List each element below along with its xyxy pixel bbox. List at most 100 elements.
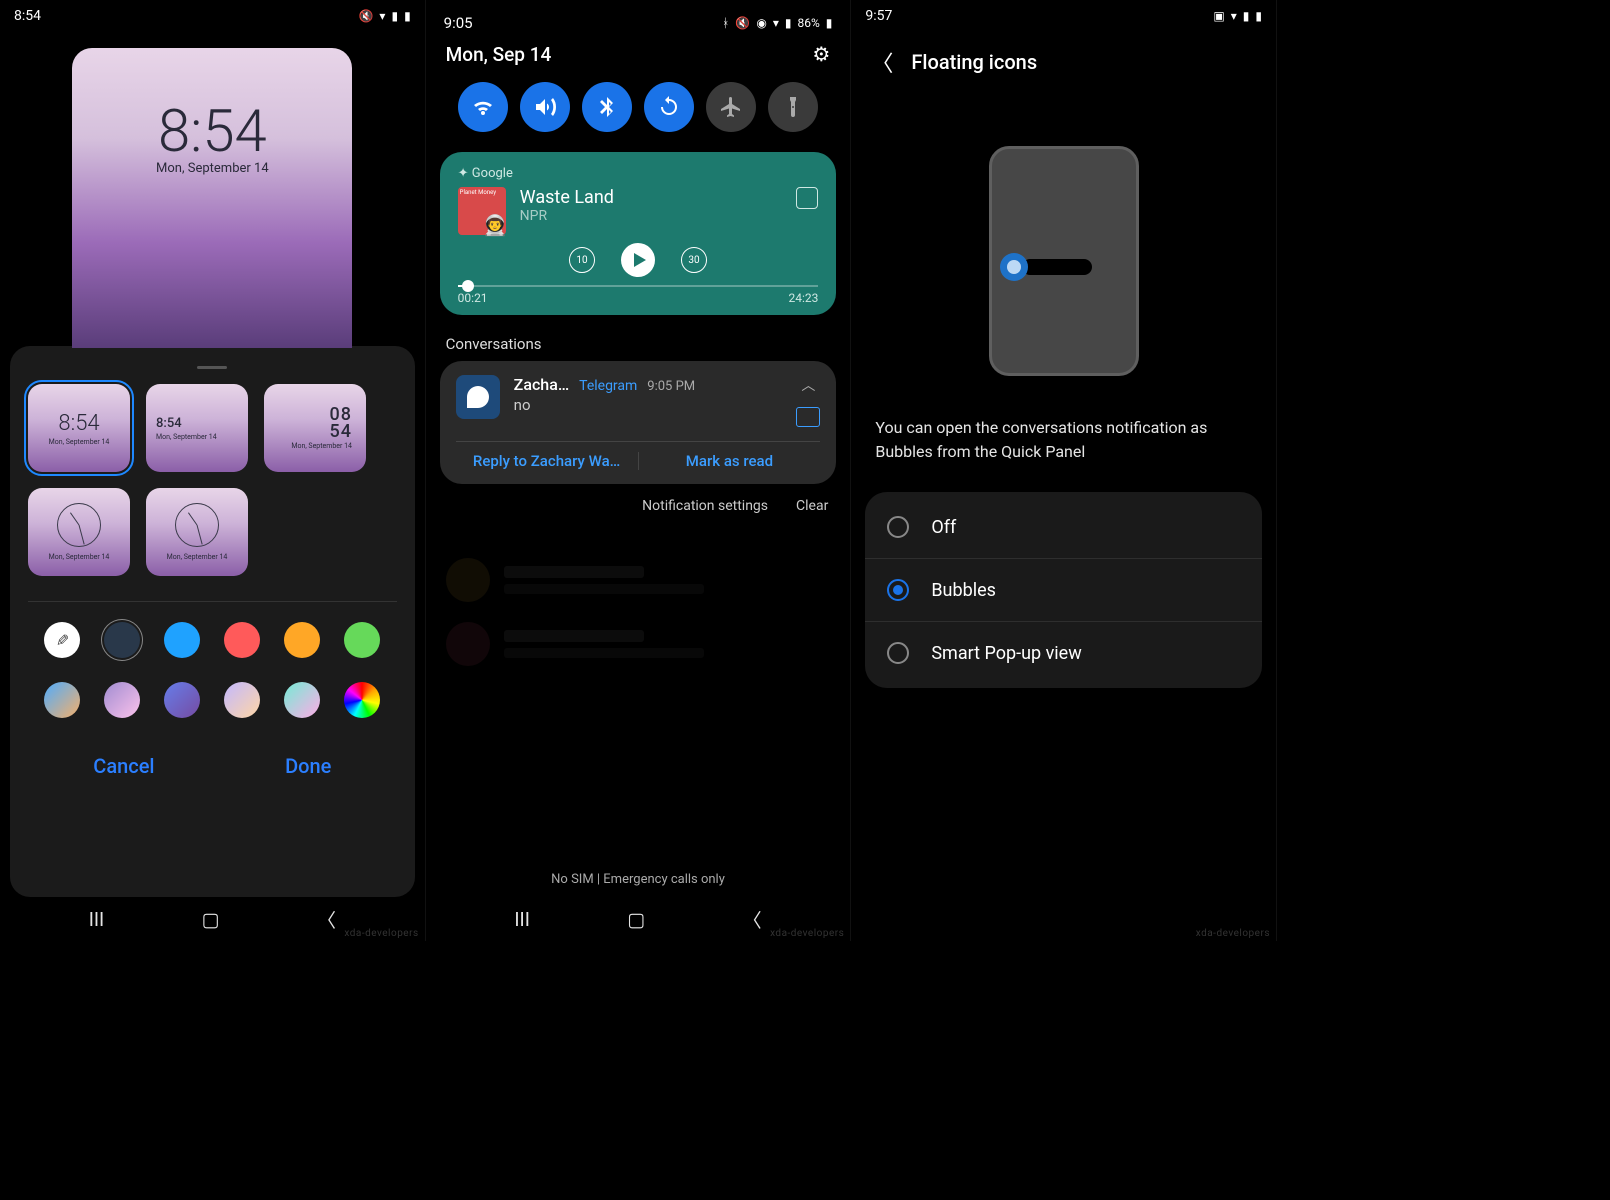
preview-time: 8:54 [158,98,267,166]
qs-rotate[interactable] [644,82,694,132]
signal-icon: ▮ [1243,9,1250,23]
preview-date: Mon, September 14 [156,161,269,176]
clock-option-3[interactable]: 0854 Mon, September 14 [264,384,366,472]
done-button[interactable]: Done [285,754,331,778]
color-gradient-3[interactable] [164,682,200,718]
page-header: 〈 Floating icons [851,28,1276,96]
qs-sound[interactable] [520,82,570,132]
qs-airplane[interactable] [706,82,756,132]
page-description: You can open the conversations notificat… [851,416,1276,464]
options-list: Off Bubbles Smart Pop-up view [865,492,1262,688]
battery-icon: ▮ [826,16,833,30]
clock-option-2[interactable]: 8:54 Mon, September 14 [146,384,248,472]
radio-icon [887,579,909,601]
sender-name: Zacha… [514,375,569,394]
wifi-icon: ▾ [1231,9,1237,23]
status-bar: 8:54 🔇 ▾ ▮ ▮ [0,0,425,28]
color-dark[interactable] [104,622,140,658]
play-button[interactable] [621,243,655,277]
color-green[interactable] [344,622,380,658]
status-bar: 9:57 ▣ ▾ ▮ ▮ [851,0,1276,28]
drag-handle-icon[interactable] [197,366,227,369]
watermark: xda-developers [344,928,418,939]
collapse-icon[interactable]: ︿ [801,375,815,395]
illus-bubble-icon [1000,253,1028,281]
media-subtitle: NPR [520,208,783,224]
rewind-button[interactable]: 10 [569,247,595,273]
media-source: ✦ Google [458,166,819,181]
forward-button[interactable]: 30 [681,247,707,273]
status-icons: ▣ ▾ ▮ ▮ [1211,9,1262,23]
home-button[interactable]: ▢ [202,908,220,931]
option-off[interactable]: Off [865,496,1262,559]
status-time: 9:57 [865,8,892,24]
illus-bar [1022,259,1092,275]
option-bubbles[interactable]: Bubbles [865,559,1262,622]
back-button[interactable]: 〈 [743,906,762,933]
color-rainbow[interactable] [344,682,380,718]
clear-button[interactable]: Clear [796,498,828,514]
page-title: Floating icons [911,50,1037,74]
conversations-header: Conversations [426,319,851,361]
color-gradient-4[interactable] [224,682,260,718]
watermark: xda-developers [1196,928,1270,939]
notification-settings-link[interactable]: Notification settings [642,498,768,514]
avatar-icon [456,375,500,419]
color-picker [28,601,397,718]
status-bar: 9:05 ᚼ 🔇 ◉ ▾ ▮ 86% ▮ [426,0,851,36]
screen-clockstyle: 8:54 🔇 ▾ ▮ ▮ 8:54 Mon, September 14 8:54… [0,0,426,941]
radio-icon [887,516,909,538]
radio-icon [887,642,909,664]
mute-icon: 🔇 [358,9,373,23]
progress-bar[interactable] [458,285,819,287]
total-time: 24:23 [788,291,818,305]
cancel-button[interactable]: Cancel [93,754,154,778]
back-button[interactable]: 〈 [317,906,336,933]
reply-button[interactable]: Reply to Zachary Wa… [456,452,639,470]
wifi-icon: ▾ [773,16,779,30]
panel-actions: Cancel Done [28,746,397,786]
status-icons: 🔇 ▾ ▮ ▮ [356,9,410,23]
signal-icon: ▮ [785,16,792,30]
screen-floating-icons: 9:57 ▣ ▾ ▮ ▮ 〈 Floating icons You can op… [851,0,1277,941]
color-blue[interactable] [164,622,200,658]
watermark: xda-developers [770,928,844,939]
status-icons: ᚼ 🔇 ◉ ▾ ▮ 86% ▮ [720,16,832,30]
clock-option-5[interactable]: Mon, September 14 [146,488,248,576]
media-card[interactable]: ✦ Google Planet Money Waste Land NPR 10 … [440,152,837,315]
panel-header: Mon, Sep 14 ⚙ [426,36,851,78]
location-icon: ◉ [756,16,766,30]
clock-option-4[interactable]: Mon, September 14 [28,488,130,576]
option-smart-popup[interactable]: Smart Pop-up view [865,622,1262,684]
clock-style-grid: 8:54 Mon, September 14 8:54 Mon, Septemb… [28,384,397,576]
color-custom[interactable] [44,622,80,658]
back-icon[interactable]: 〈 [871,46,893,78]
battery-icon: ▮ [1255,9,1262,23]
popup-icon[interactable] [796,407,820,427]
recents-button[interactable]: III [514,908,530,931]
color-orange[interactable] [284,622,320,658]
analog-clock-icon [175,503,219,547]
color-gradient-2[interactable] [104,682,140,718]
qs-wifi[interactable] [458,82,508,132]
clock-option-1[interactable]: 8:54 Mon, September 14 [28,384,130,472]
home-button[interactable]: ▢ [627,908,645,931]
conversation-card[interactable]: Zacha… Telegram 9:05 PM no ︿ Reply to Za… [440,361,837,484]
msg-time: 9:05 PM [647,379,695,394]
app-name: Telegram [579,378,637,394]
elapsed-time: 00:21 [458,291,488,305]
background-content [426,528,851,696]
analog-clock-icon [57,503,101,547]
bubble-illustration [989,146,1139,376]
color-gradient-1[interactable] [44,682,80,718]
qs-bluetooth[interactable] [582,82,632,132]
wifi-icon: ▾ [379,9,385,23]
cast-device-icon[interactable] [796,187,818,209]
color-red[interactable] [224,622,260,658]
recents-button[interactable]: III [89,908,105,931]
status-time: 9:05 [444,14,473,32]
qs-flashlight[interactable] [768,82,818,132]
mark-read-button[interactable]: Mark as read [639,452,821,470]
color-gradient-5[interactable] [284,682,320,718]
settings-icon[interactable]: ⚙ [812,42,830,66]
